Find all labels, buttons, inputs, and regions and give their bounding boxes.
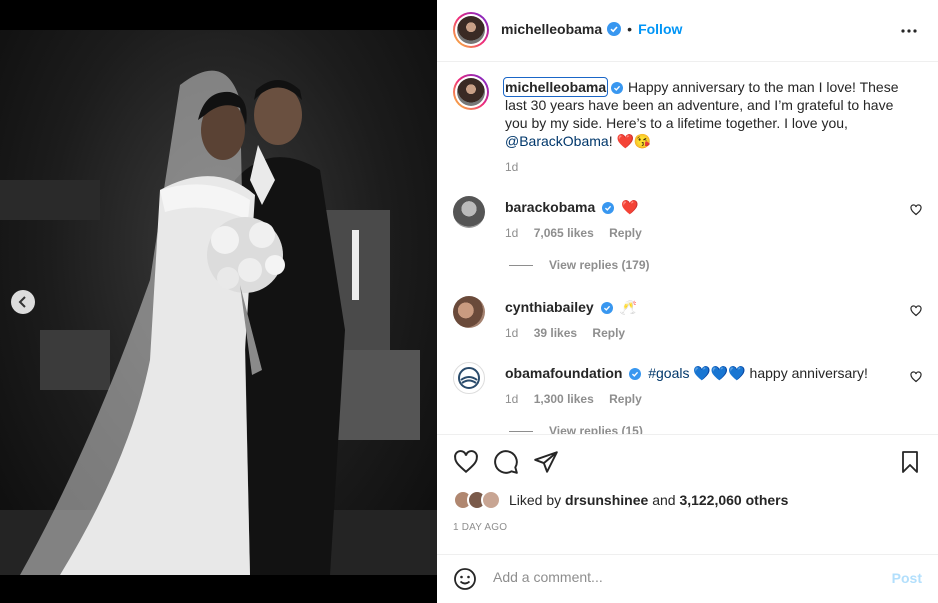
verified-badge-icon: [600, 302, 613, 315]
commenter-avatar[interactable]: [453, 296, 485, 328]
likes-summary[interactable]: Liked by drsunshinee and 3,122,060 other…: [453, 490, 788, 510]
caption-meta: 1d: [505, 160, 914, 174]
comment-bubble-icon[interactable]: [493, 449, 519, 475]
post-age[interactable]: 1 DAY AGO: [453, 522, 507, 533]
share-paper-plane-icon[interactable]: [533, 449, 559, 475]
comment-text: 💙💙💙 happy anniversary!: [693, 365, 868, 381]
verified-badge-icon: [611, 82, 624, 95]
caption-time[interactable]: 1d: [505, 160, 518, 174]
comment-likes[interactable]: 7,065 likes: [534, 226, 594, 240]
divider-line: [509, 430, 533, 432]
verified-badge-icon: [629, 368, 642, 381]
divider-line: [509, 264, 533, 266]
post-comment-button[interactable]: Post: [892, 570, 922, 586]
post-side-panel: michelleobama • Follow michelleobama Hap…: [437, 0, 938, 603]
comments-list[interactable]: michelleobama Happy anniversary to the m…: [437, 62, 938, 434]
comment-time[interactable]: 1d: [505, 392, 518, 406]
like-comment-heart-icon[interactable]: [910, 204, 922, 216]
like-comment-heart-icon[interactable]: [910, 305, 922, 317]
caption-suffix: ! ❤️😘: [608, 133, 652, 149]
author-username[interactable]: michelleobama: [501, 21, 602, 37]
caption-mention-link[interactable]: @BarackObama: [505, 133, 609, 149]
view-replies-button[interactable]: View replies (15): [509, 424, 643, 434]
comment-item: obamafoundation #goals 💙💙💙 happy anniver…: [505, 364, 922, 406]
comment-username[interactable]: cynthiabailey: [505, 299, 594, 315]
liked-by-user-link[interactable]: drsunshinee: [565, 492, 648, 508]
view-replies-button[interactable]: View replies (179): [509, 258, 650, 272]
view-replies-label: View replies (179): [549, 258, 650, 272]
reply-button[interactable]: Reply: [609, 226, 642, 240]
add-comment-input[interactable]: [493, 569, 873, 585]
reply-button[interactable]: Reply: [609, 392, 642, 406]
post-header: michelleobama • Follow: [437, 0, 938, 62]
comment-item: barackobama ❤️ 1d 7,065 likes Reply: [505, 198, 922, 240]
post-photo[interactable]: [0, 30, 437, 575]
comment-username[interactable]: obamafoundation: [505, 365, 622, 381]
comment-hashtag-link[interactable]: #goals: [648, 365, 689, 381]
obama-foundation-logo-icon: [458, 367, 480, 389]
save-bookmark-icon[interactable]: [898, 449, 922, 475]
view-replies-label: View replies (15): [549, 424, 643, 434]
author-avatar[interactable]: [453, 12, 489, 48]
likes-prefix: Liked by: [509, 492, 562, 508]
likes-count-link[interactable]: 3,122,060 others: [679, 492, 788, 508]
follow-button[interactable]: Follow: [638, 21, 682, 37]
comment-text: ❤️: [621, 199, 639, 215]
liker-avatar: [481, 490, 501, 510]
verified-badge-icon: [602, 202, 615, 215]
caption-avatar[interactable]: [453, 74, 489, 110]
comment-composer: Post: [437, 554, 938, 603]
commenter-avatar[interactable]: [453, 362, 485, 394]
comment-username[interactable]: barackobama: [505, 199, 595, 215]
header-separator: •: [627, 21, 633, 37]
media-panel: [0, 0, 437, 603]
caption-username[interactable]: michelleobama: [502, 77, 609, 97]
post-actions: Liked by drsunshinee and 3,122,060 other…: [437, 434, 938, 554]
chevron-left-icon: [18, 296, 26, 308]
comment-time[interactable]: 1d: [505, 226, 518, 240]
more-options-icon[interactable]: [900, 22, 918, 40]
commenter-avatar[interactable]: [453, 196, 485, 228]
likes-and: and: [652, 492, 676, 508]
comment-likes[interactable]: 1,300 likes: [534, 392, 594, 406]
comment-likes[interactable]: 39 likes: [534, 326, 577, 340]
like-comment-heart-icon[interactable]: [910, 371, 922, 383]
comment-time[interactable]: 1d: [505, 326, 518, 340]
like-heart-icon[interactable]: [453, 449, 479, 475]
emoji-smiley-icon[interactable]: [453, 567, 477, 591]
comment-text: 🥂: [619, 299, 637, 315]
previous-photo-button[interactable]: [11, 290, 35, 314]
comment-item: cynthiabailey 🥂 1d 39 likes Reply: [505, 298, 922, 340]
caption: michelleobama Happy anniversary to the m…: [502, 77, 914, 174]
verified-badge-icon: [607, 22, 622, 36]
reply-button[interactable]: Reply: [592, 326, 625, 340]
